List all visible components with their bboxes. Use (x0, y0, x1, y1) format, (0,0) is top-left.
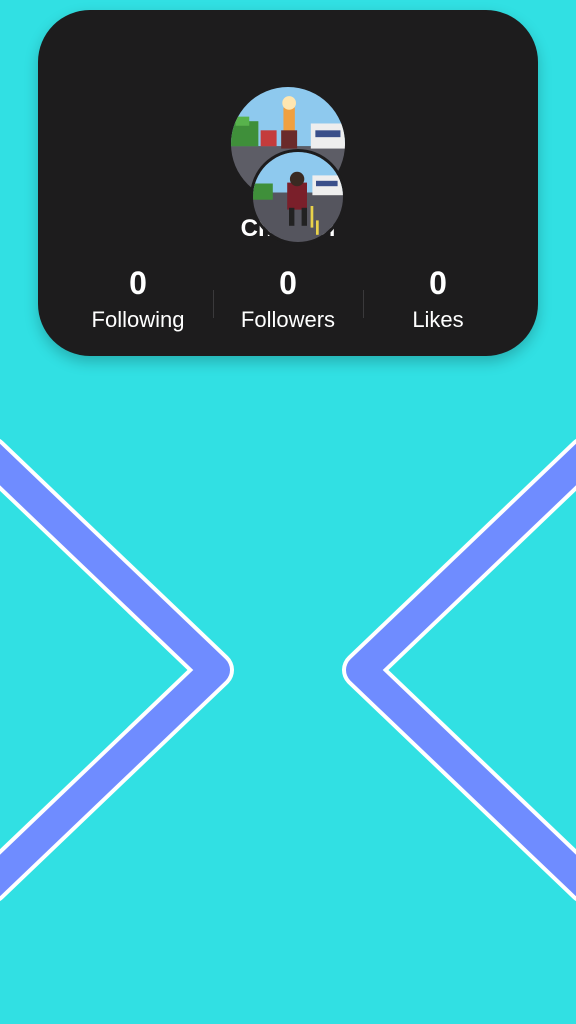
likes-count: 0 (429, 265, 447, 301)
following-count: 0 (129, 265, 147, 301)
stat-followers[interactable]: 0 Followers (213, 262, 363, 342)
chevron-right-icon[interactable] (0, 438, 234, 902)
following-label: Following (91, 307, 185, 332)
profile-card: Chaoyin (38, 10, 538, 356)
chevron-left-icon[interactable] (342, 438, 576, 902)
avatar-small[interactable] (250, 149, 346, 245)
profile-stats: 0 Following 0 Followers 0 Likes (63, 262, 513, 342)
likes-label: Likes (412, 307, 464, 332)
followers-count: 0 (279, 265, 297, 301)
followers-label: Followers (240, 307, 336, 332)
stat-following[interactable]: 0 Following (63, 262, 213, 342)
stat-likes[interactable]: 0 Likes (363, 262, 513, 342)
